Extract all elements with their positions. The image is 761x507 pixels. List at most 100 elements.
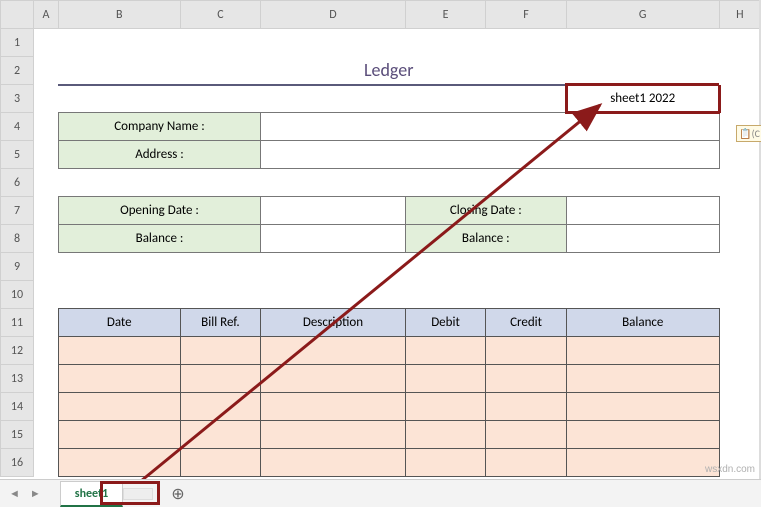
- row-header-13[interactable]: 13: [1, 365, 34, 393]
- cell-A11[interactable]: [34, 309, 59, 337]
- company-name-label[interactable]: Company Name :: [58, 113, 260, 141]
- th-description[interactable]: Description: [261, 309, 406, 337]
- cell-H14[interactable]: [719, 393, 760, 421]
- table-row[interactable]: [58, 337, 180, 365]
- col-header-H[interactable]: H: [719, 1, 760, 29]
- corner-cell[interactable]: [1, 1, 34, 29]
- table-row[interactable]: [486, 421, 567, 449]
- row-header-14[interactable]: 14: [1, 393, 34, 421]
- cell-H13[interactable]: [719, 365, 760, 393]
- opening-balance-label[interactable]: Balance :: [58, 225, 260, 253]
- table-row[interactable]: [405, 449, 486, 477]
- cell-A1[interactable]: [34, 29, 59, 57]
- table-row[interactable]: [566, 393, 719, 421]
- table-row[interactable]: [566, 421, 719, 449]
- table-row[interactable]: [180, 393, 261, 421]
- row-6-blank[interactable]: [34, 169, 761, 197]
- table-row[interactable]: [261, 337, 406, 365]
- cell-B1[interactable]: [58, 29, 719, 57]
- spreadsheet-grid[interactable]: A B C D E F G H 1 2 Ledger 3 sheet1 2022…: [0, 0, 761, 479]
- add-sheet-icon[interactable]: ⊕: [163, 484, 192, 504]
- row-header-5[interactable]: 5: [1, 141, 34, 169]
- cell-H3[interactable]: [719, 85, 760, 113]
- table-row[interactable]: [566, 337, 719, 365]
- table-row[interactable]: [486, 337, 567, 365]
- cell-A5[interactable]: [34, 141, 59, 169]
- closing-date-value[interactable]: [566, 197, 719, 225]
- table-row[interactable]: [58, 421, 180, 449]
- row-header-12[interactable]: 12: [1, 337, 34, 365]
- table-row[interactable]: [180, 421, 261, 449]
- col-header-A[interactable]: A: [34, 1, 59, 29]
- opening-date-value[interactable]: [261, 197, 406, 225]
- address-label[interactable]: Address :: [58, 141, 260, 169]
- table-row[interactable]: [180, 337, 261, 365]
- cell-A14[interactable]: [34, 393, 59, 421]
- cell-A8[interactable]: [34, 225, 59, 253]
- table-row[interactable]: [566, 365, 719, 393]
- cell-A4[interactable]: [34, 113, 59, 141]
- sheet-year-badge[interactable]: sheet1 2022: [566, 85, 719, 113]
- table-row[interactable]: [180, 449, 261, 477]
- paste-options-icon[interactable]: 📋(C: [736, 125, 761, 142]
- row-header-16[interactable]: 16: [1, 449, 34, 477]
- col-header-D[interactable]: D: [261, 1, 406, 29]
- cell-H15[interactable]: [719, 421, 760, 449]
- th-billref[interactable]: Bill Ref.: [180, 309, 261, 337]
- table-row[interactable]: [58, 365, 180, 393]
- th-date[interactable]: Date: [58, 309, 180, 337]
- row-10-blank[interactable]: [34, 281, 761, 309]
- table-row[interactable]: [486, 393, 567, 421]
- tab-secondary[interactable]: [123, 488, 153, 500]
- th-credit[interactable]: Credit: [486, 309, 567, 337]
- tab-prev-icon[interactable]: ◄: [6, 487, 23, 500]
- row-header-8[interactable]: 8: [1, 225, 34, 253]
- cell-A13[interactable]: [34, 365, 59, 393]
- table-row[interactable]: [261, 365, 406, 393]
- cell-A15[interactable]: [34, 421, 59, 449]
- table-row[interactable]: [261, 421, 406, 449]
- col-header-C[interactable]: C: [180, 1, 261, 29]
- closing-balance-value[interactable]: [566, 225, 719, 253]
- table-row[interactable]: [405, 421, 486, 449]
- col-header-G[interactable]: G: [566, 1, 719, 29]
- col-header-B[interactable]: B: [58, 1, 180, 29]
- cell-A16[interactable]: [34, 449, 59, 477]
- table-row[interactable]: [566, 449, 719, 477]
- cell-H11[interactable]: [719, 309, 760, 337]
- col-header-F[interactable]: F: [486, 1, 567, 29]
- cell-H1[interactable]: [719, 29, 760, 57]
- table-row[interactable]: [261, 449, 406, 477]
- row-header-10[interactable]: 10: [1, 281, 34, 309]
- ledger-title[interactable]: Ledger: [58, 57, 719, 85]
- row-header-1[interactable]: 1: [1, 29, 34, 57]
- cell-A3[interactable]: [34, 85, 59, 113]
- cell-A2[interactable]: [34, 57, 59, 85]
- row-header-4[interactable]: 4: [1, 113, 34, 141]
- row-header-15[interactable]: 15: [1, 421, 34, 449]
- row-9-blank[interactable]: [34, 253, 761, 281]
- tab-next-icon[interactable]: ►: [27, 487, 44, 500]
- row-header-3[interactable]: 3: [1, 85, 34, 113]
- address-value[interactable]: [261, 141, 719, 169]
- table-row[interactable]: [486, 365, 567, 393]
- row-header-6[interactable]: 6: [1, 169, 34, 197]
- closing-date-label[interactable]: Closing Date :: [405, 197, 566, 225]
- th-balance[interactable]: Balance: [566, 309, 719, 337]
- cell-H5[interactable]: [719, 141, 760, 169]
- opening-balance-value[interactable]: [261, 225, 406, 253]
- closing-balance-label[interactable]: Balance :: [405, 225, 566, 253]
- table-row[interactable]: [180, 365, 261, 393]
- row-header-9[interactable]: 9: [1, 253, 34, 281]
- row-header-11[interactable]: 11: [1, 309, 34, 337]
- opening-date-label[interactable]: Opening Date :: [58, 197, 260, 225]
- table-row[interactable]: [261, 393, 406, 421]
- cell-B3[interactable]: [58, 85, 566, 113]
- tab-sheet1[interactable]: sheet1: [60, 481, 123, 507]
- table-row[interactable]: [405, 365, 486, 393]
- table-row[interactable]: [405, 337, 486, 365]
- cell-H2[interactable]: [719, 57, 760, 85]
- th-debit[interactable]: Debit: [405, 309, 486, 337]
- cell-H8[interactable]: [719, 225, 760, 253]
- row-header-2[interactable]: 2: [1, 57, 34, 85]
